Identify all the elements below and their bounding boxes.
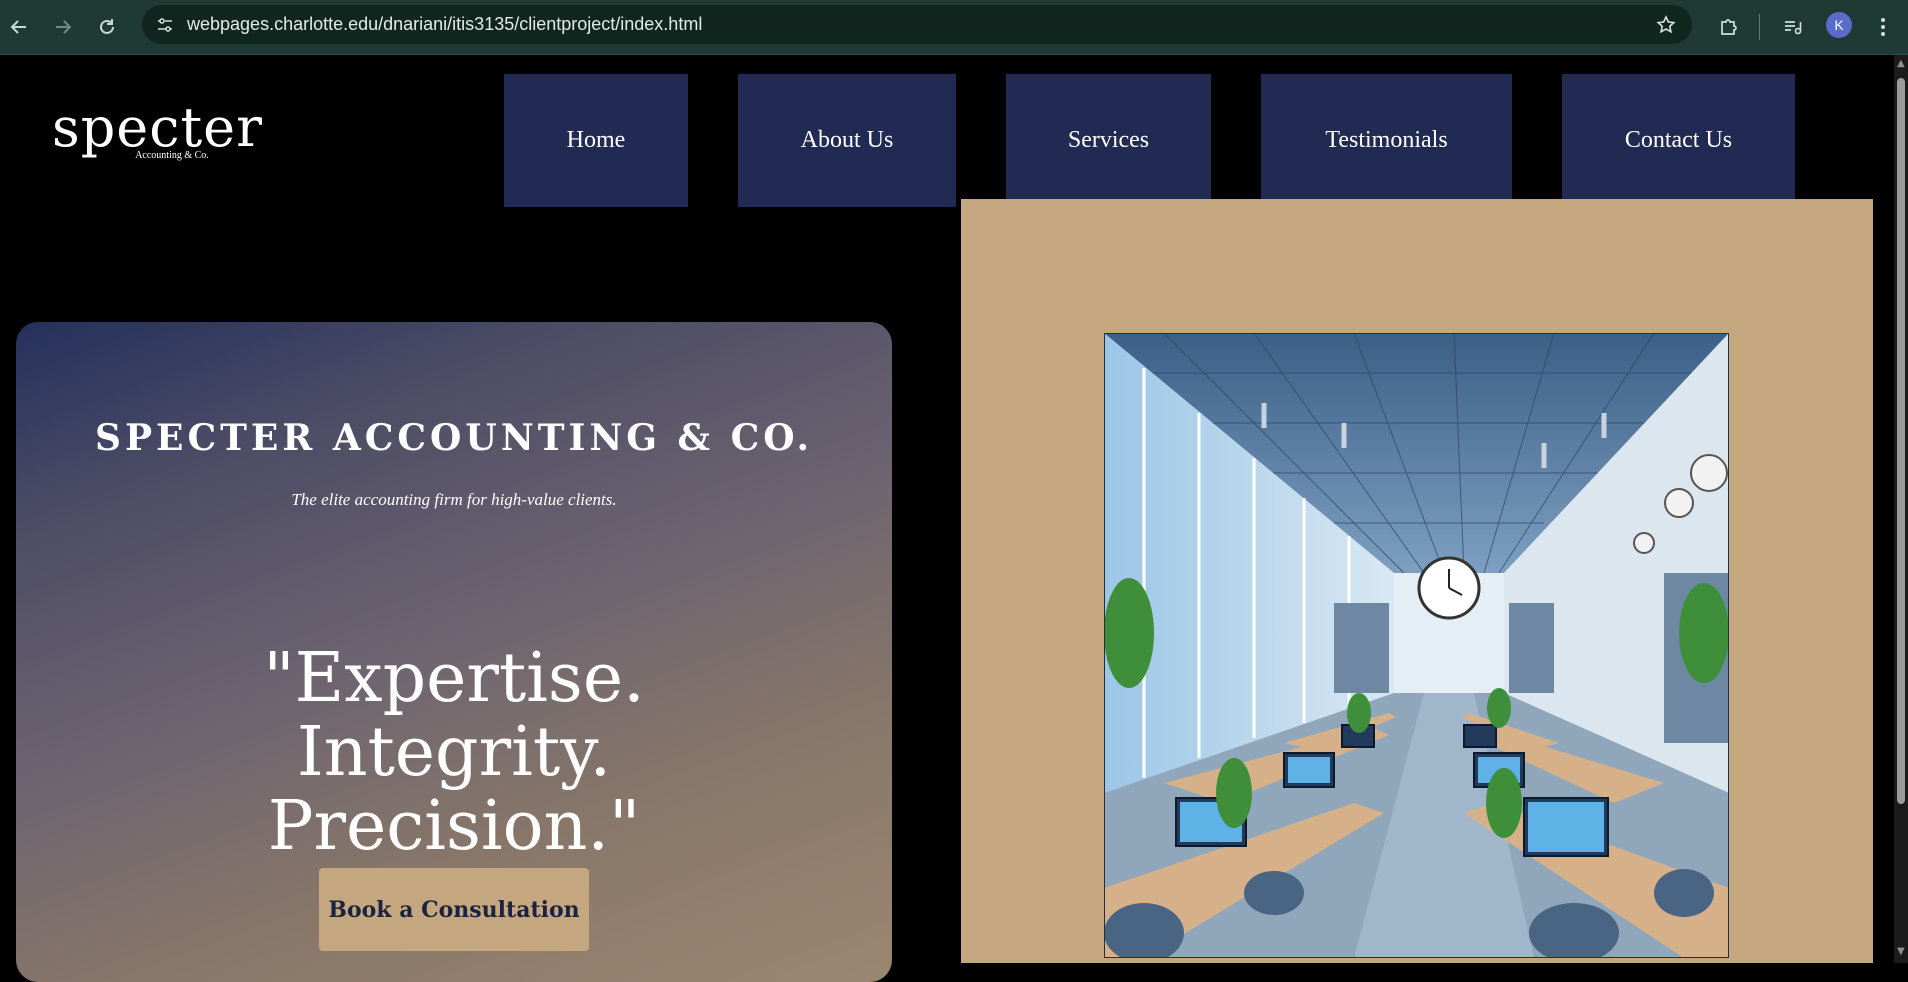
bookmark-button[interactable] bbox=[1654, 13, 1678, 37]
tune-icon bbox=[158, 18, 172, 32]
site-info-button[interactable] bbox=[152, 12, 178, 38]
reload-icon bbox=[100, 19, 114, 34]
nav-testimonials[interactable]: Testimonials bbox=[1261, 74, 1512, 207]
arrow-right-icon bbox=[56, 20, 72, 34]
puzzle-icon bbox=[1721, 19, 1737, 35]
extensions-button[interactable] bbox=[1716, 14, 1742, 40]
kebab-menu-icon bbox=[1881, 18, 1885, 36]
site-logo[interactable]: specter Accounting & Co. bbox=[52, 96, 263, 175]
nav-services[interactable]: Services bbox=[1006, 74, 1211, 207]
nav-about-us[interactable]: About Us bbox=[738, 74, 956, 207]
browser-menu-button[interactable] bbox=[1870, 14, 1896, 40]
scrollbar-thumb[interactable] bbox=[1897, 78, 1905, 804]
browser-toolbar: webpages.charlotte.edu/dnariani/itis3135… bbox=[0, 0, 1908, 55]
office-image bbox=[1104, 333, 1729, 958]
book-consultation-button[interactable]: Book a Consultation bbox=[319, 868, 589, 951]
toolbar-divider bbox=[1759, 14, 1760, 40]
hero-title: SPECTER ACCOUNTING & CO. bbox=[94, 417, 814, 459]
reload-button[interactable] bbox=[90, 10, 124, 44]
hero-quote: "Expertise. Integrity. Precision." bbox=[263, 639, 645, 866]
scroll-up-icon[interactable]: ▲ bbox=[1897, 59, 1905, 69]
media-queue-icon bbox=[1785, 21, 1802, 35]
scroll-down-icon[interactable]: ▼ bbox=[1897, 947, 1905, 957]
media-button[interactable] bbox=[1780, 14, 1806, 40]
profile-avatar[interactable]: K bbox=[1826, 12, 1852, 38]
address-bar[interactable]: webpages.charlotte.edu/dnariani/itis3135… bbox=[142, 5, 1692, 44]
url-text[interactable]: webpages.charlotte.edu/dnariani/itis3135… bbox=[187, 14, 702, 35]
arrow-left-icon bbox=[10, 20, 26, 34]
logo-wordmark: specter bbox=[52, 96, 263, 159]
hero-card: SPECTER ACCOUNTING & CO. The elite accou… bbox=[16, 322, 892, 982]
nav-home[interactable]: Home bbox=[504, 74, 688, 207]
nav-contact-us[interactable]: Contact Us bbox=[1562, 74, 1795, 207]
back-button[interactable] bbox=[2, 10, 36, 44]
forward-button[interactable] bbox=[46, 10, 80, 44]
star-icon bbox=[1656, 15, 1676, 34]
hero-subtitle: The elite accounting firm for high-value… bbox=[291, 490, 617, 509]
